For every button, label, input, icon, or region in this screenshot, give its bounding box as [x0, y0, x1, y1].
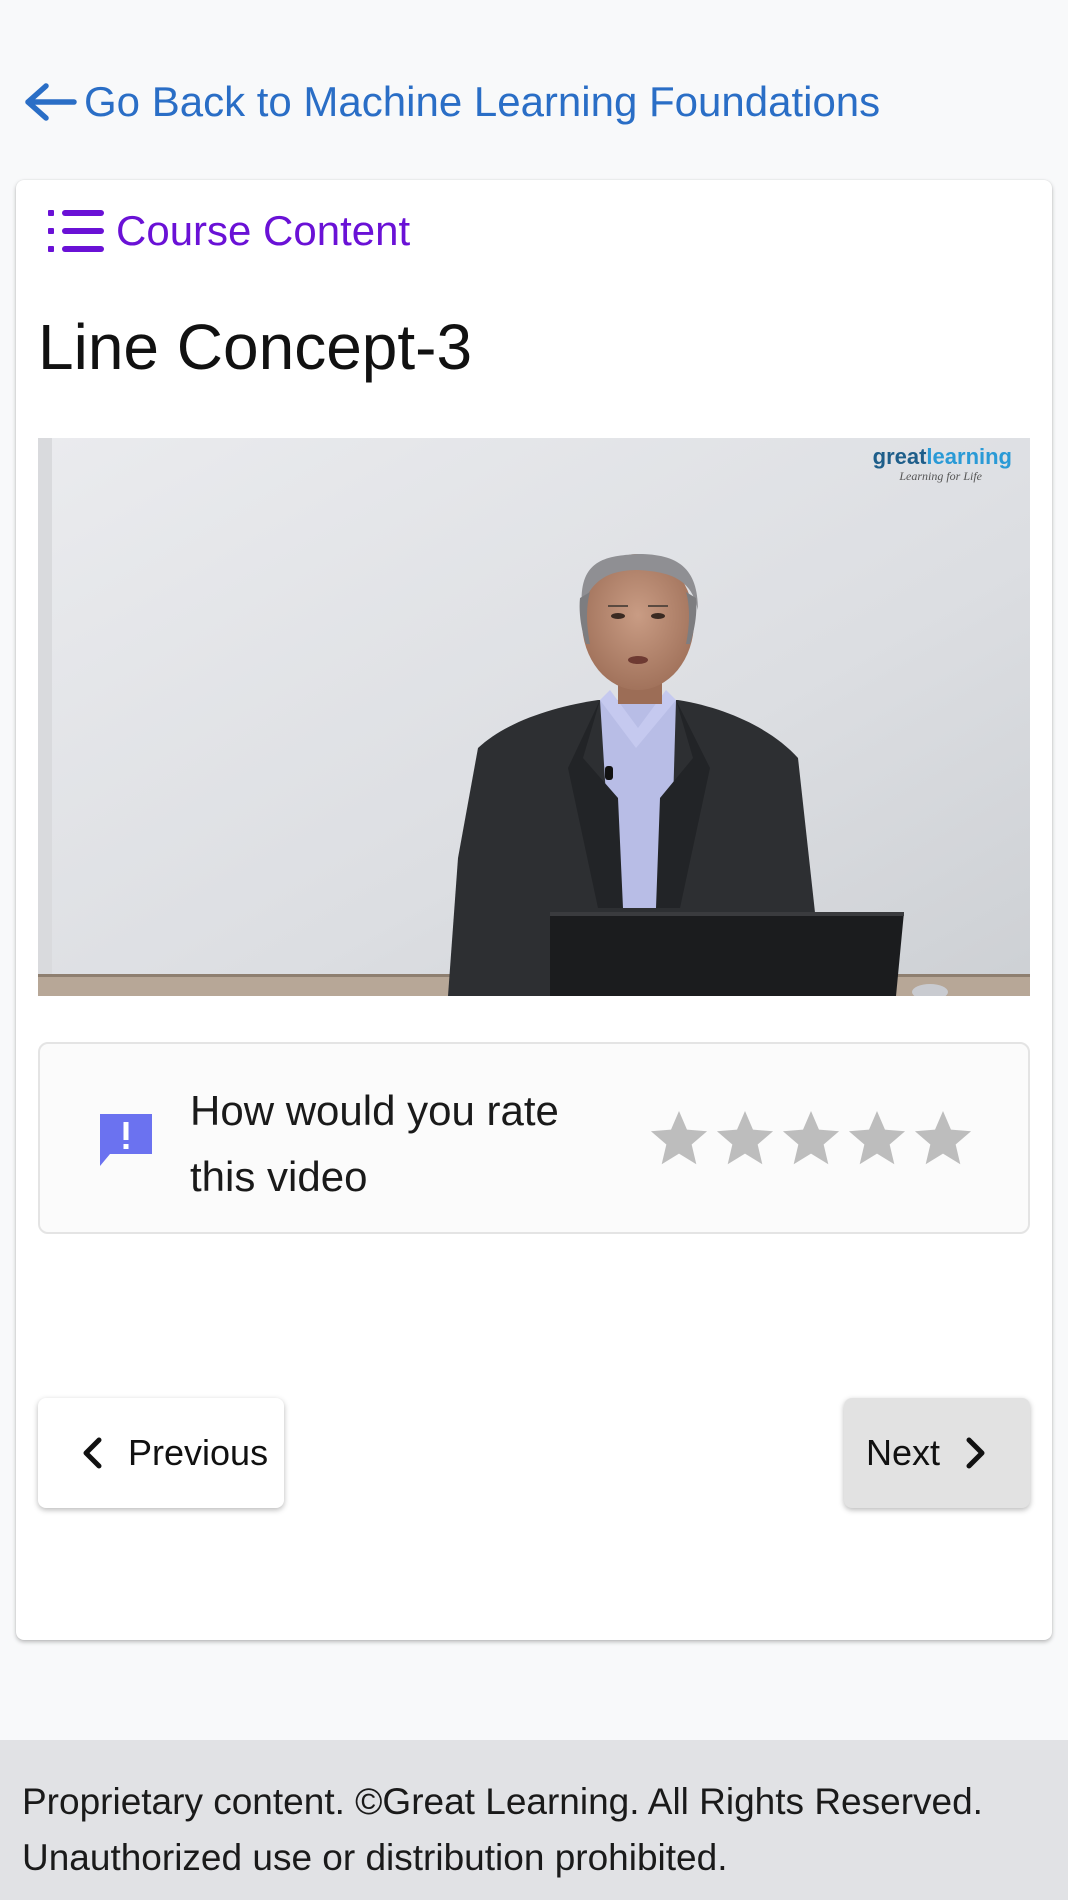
star-5-icon[interactable] [910, 1106, 976, 1172]
video-frame [38, 438, 1030, 996]
previous-button[interactable]: Previous [38, 1398, 284, 1508]
chevron-right-icon [966, 1437, 985, 1469]
lesson-card: Course Content Line Concept-3 greatlearn… [16, 180, 1052, 1640]
feedback-icon [100, 1114, 152, 1166]
star-rating [646, 1106, 976, 1172]
video-player[interactable]: greatlearning Learning for Life [38, 438, 1030, 996]
footer-copyright: Proprietary content. ©Great Learning. Al… [22, 1781, 983, 1822]
footer: Proprietary content. ©Great Learning. Al… [0, 1740, 1068, 1900]
course-content-toggle[interactable]: Course Content [46, 206, 410, 256]
footer-disclaimer: Unauthorized use or distribution prohibi… [22, 1837, 728, 1878]
chevron-left-icon [83, 1437, 102, 1469]
star-4-icon[interactable] [844, 1106, 910, 1172]
star-1-icon[interactable] [646, 1106, 712, 1172]
list-icon [48, 210, 104, 252]
arrow-left-icon [25, 83, 77, 121]
rating-question: How would you rate this video [190, 1087, 559, 1200]
page: Go Back to Machine Learning Foundations … [0, 0, 1068, 1900]
next-label: Next [866, 1432, 941, 1473]
back-link[interactable]: Go Back to Machine Learning Foundations [22, 78, 880, 126]
next-button[interactable]: Next [844, 1398, 1030, 1508]
back-link-label: Go Back to Machine Learning Foundations [84, 78, 881, 125]
star-2-icon[interactable] [712, 1106, 778, 1172]
lesson-title: Line Concept-3 [38, 311, 473, 383]
brand-logo: greatlearning Learning for Life [872, 444, 1012, 483]
course-content-label: Course Content [116, 207, 411, 254]
star-3-icon[interactable] [778, 1106, 844, 1172]
rating-panel: How would you rate this video [38, 1042, 1030, 1234]
previous-label: Previous [128, 1432, 269, 1473]
